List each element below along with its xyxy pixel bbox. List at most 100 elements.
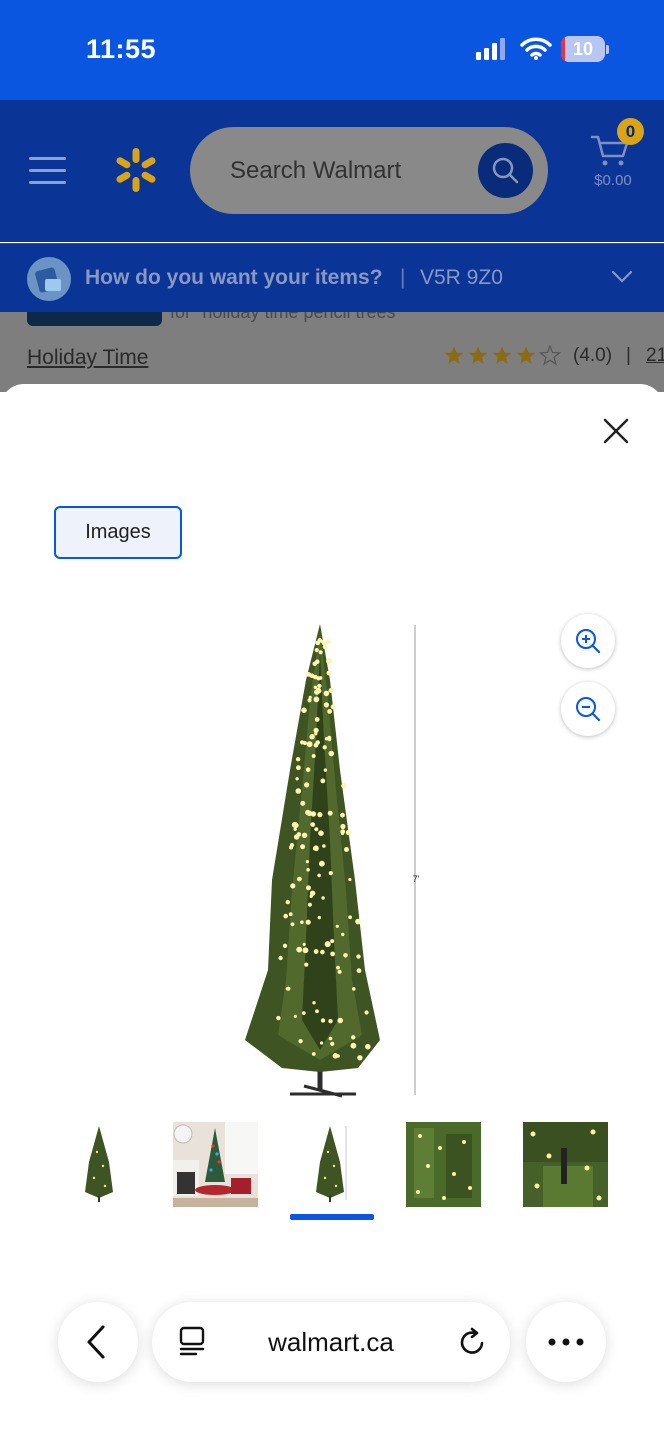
signal-icon <box>476 38 508 65</box>
walmart-spark-logo[interactable] <box>112 146 160 199</box>
tree-light <box>286 986 291 991</box>
tree-light <box>314 732 318 736</box>
tree-light <box>341 932 345 937</box>
star-filled-icon <box>468 346 488 365</box>
tree-light <box>323 768 328 772</box>
tree-light <box>327 735 332 740</box>
tree-light <box>300 920 304 924</box>
tree-light <box>315 1009 319 1014</box>
tree-light <box>356 968 362 974</box>
thumbnail-4[interactable] <box>406 1122 491 1207</box>
tree-light <box>314 827 319 832</box>
tree-light <box>345 829 352 836</box>
tree-light <box>314 648 319 653</box>
delivery-separator: | <box>400 266 406 289</box>
tree-light <box>357 1055 363 1061</box>
tree-light <box>322 644 328 650</box>
tree-light <box>302 740 307 746</box>
tree-light <box>327 709 332 714</box>
tree-light <box>330 939 335 944</box>
product-badge <box>27 312 162 326</box>
tree-light <box>283 913 288 919</box>
tree-light <box>337 1017 343 1024</box>
tree-light <box>313 949 319 954</box>
tree-light <box>318 830 324 836</box>
star-filled-icon <box>492 346 512 365</box>
tree-light <box>306 868 310 872</box>
tab-images[interactable]: Images <box>54 506 182 559</box>
tree-light <box>296 765 301 771</box>
tree-light <box>302 947 309 954</box>
reload-icon[interactable] <box>458 1327 488 1357</box>
tree-light <box>312 661 318 667</box>
tree-light <box>323 690 330 697</box>
tree-light <box>304 962 309 967</box>
delivery-icon <box>27 257 71 301</box>
back-button[interactable] <box>58 1302 138 1382</box>
brand-link[interactable]: Holiday Time <box>27 346 148 370</box>
battery-icon: 10 <box>561 36 605 62</box>
tree-light <box>313 727 319 733</box>
close-button[interactable] <box>598 413 634 449</box>
star-filled-icon <box>444 346 464 365</box>
product-partial-text: for "holiday time pencil trees" <box>170 312 402 322</box>
tree-light <box>290 883 296 889</box>
tree-light <box>313 685 318 689</box>
tree-light <box>295 788 302 794</box>
delivery-selector[interactable]: How do you want your items? | V5R 9Z0 <box>0 243 664 313</box>
tree-light <box>306 741 313 748</box>
tree-light <box>364 1010 369 1015</box>
more-options-button[interactable] <box>526 1302 606 1382</box>
tree-light <box>340 831 345 836</box>
tree-light <box>310 822 316 827</box>
tree-light <box>343 953 348 958</box>
menu-icon[interactable] <box>29 157 66 185</box>
tree-light <box>320 1018 326 1023</box>
url-text: walmart.ca <box>268 1327 394 1357</box>
tree-light <box>318 650 323 655</box>
status-time: 11:55 <box>86 34 157 64</box>
tree-light <box>348 877 352 882</box>
tree-light <box>325 639 331 645</box>
address-bar[interactable]: walmart.ca <box>152 1302 510 1382</box>
tree-light <box>305 767 311 772</box>
selected-thumbnail-indicator <box>290 1214 374 1220</box>
tree-light <box>314 717 320 722</box>
search-input[interactable]: Search Walmart <box>190 127 548 214</box>
tree-light <box>320 949 325 955</box>
tree-light <box>304 782 310 788</box>
product-info-strip: for "holiday time pencil trees" Holiday … <box>0 312 664 392</box>
image-viewer-modal: Images 7' <box>0 384 664 1440</box>
tree-light <box>285 899 290 905</box>
thumbnail-5[interactable] <box>523 1122 608 1207</box>
tree-light <box>348 915 352 920</box>
tree-light <box>278 955 283 961</box>
tree-light <box>322 844 326 848</box>
thumbnail-3[interactable] <box>290 1122 375 1207</box>
thumbnail-2[interactable] <box>173 1122 258 1207</box>
tree-light <box>317 873 321 878</box>
search-button[interactable] <box>478 143 533 198</box>
tree-light <box>282 943 288 948</box>
tree-light <box>365 1043 371 1050</box>
review-count-link[interactable]: 21 <box>646 345 664 367</box>
tree-light <box>317 812 323 818</box>
tree-light <box>293 1014 297 1018</box>
thumbnail-1[interactable] <box>57 1122 142 1207</box>
tree-light <box>309 894 313 898</box>
zoom-in-button[interactable] <box>561 614 615 668</box>
status-bar: 11:55 10 <box>0 0 664 100</box>
tree-light <box>291 821 298 828</box>
tree-light <box>337 969 342 974</box>
tree-light <box>326 658 332 664</box>
tree-light <box>328 750 335 757</box>
zoom-out-button[interactable] <box>561 682 615 736</box>
tree-light <box>320 639 324 644</box>
star-empty-icon <box>538 344 562 366</box>
tree-light <box>313 846 319 852</box>
tree-light <box>328 1036 333 1041</box>
tree-light <box>311 754 316 758</box>
cart-total: $0.00 <box>594 172 632 189</box>
tree-light <box>341 783 347 789</box>
tree-light <box>305 860 309 864</box>
